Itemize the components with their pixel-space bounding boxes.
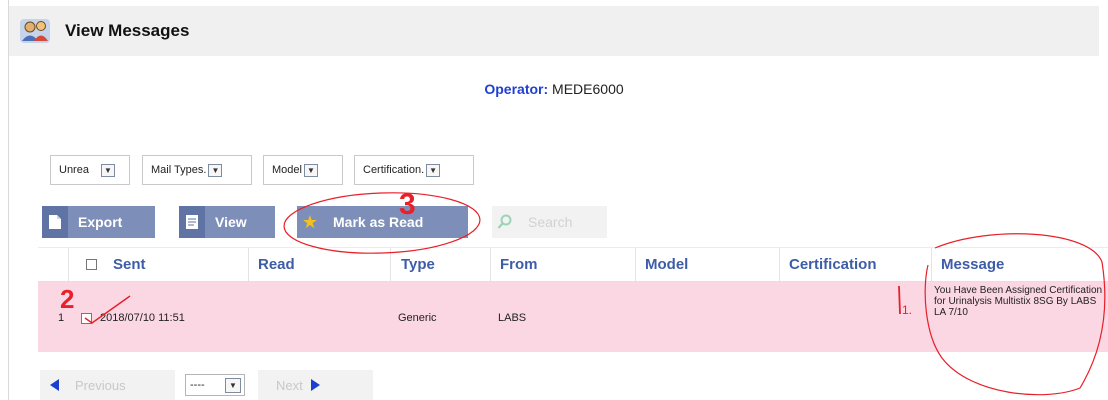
message-cell: You Have Been Assigned Certification for… [934,285,1103,318]
mail-type-filter[interactable]: Mail Types. ▼ [142,155,252,185]
column-header-sent[interactable]: Sent [113,256,146,273]
view-button[interactable]: View [179,206,275,238]
previous-label: Previous [75,377,126,393]
column-divider [248,248,249,281]
search-button[interactable]: Search [492,206,607,238]
page-title: View Messages [65,21,190,40]
type-cell: Generic [398,312,437,324]
chevron-down-icon[interactable]: ▼ [426,163,441,177]
arrow-left-icon [50,379,59,391]
export-button[interactable]: Export [42,206,155,238]
table-row[interactable]: 1 2018/07/10 11:51 Generic LABS You Have… [38,282,1108,352]
next-label: Next [276,377,303,393]
star-icon: ★ [301,211,319,232]
export-label: Export [78,214,123,230]
people-icon [20,19,50,43]
mark-as-read-button[interactable]: ★ Mark as Read [297,206,468,238]
chevron-down-icon[interactable]: ▼ [101,163,115,177]
column-header-from[interactable]: From [500,256,538,273]
filter-label: Certification. [363,164,425,176]
certification-filter[interactable]: Certification. ▼ [354,155,474,185]
filter-label: Model [272,164,302,176]
view-label: View [215,214,247,230]
search-label: Search [528,214,573,230]
column-divider [68,248,69,281]
page-select[interactable]: ---- ▼ [185,374,245,396]
operator-line: Operator: MEDE6000 [0,81,1108,97]
column-header-message[interactable]: Message [941,256,1004,273]
from-cell: LABS [498,312,527,324]
left-border [8,0,9,400]
messages-table: Sent Read Type From Model Certification … [38,247,1108,352]
chevron-down-icon[interactable]: ▼ [208,163,223,177]
column-header-type[interactable]: Type [401,256,435,273]
filter-label: Unrea [59,164,89,176]
row-index: 1 [58,312,65,324]
model-filter[interactable]: Model ▼ [263,155,343,185]
export-icon [42,206,68,238]
chevron-down-icon[interactable]: ▼ [303,163,318,177]
mark-as-read-label: Mark as Read [333,214,424,230]
column-divider [779,248,780,281]
operator-label: Operator: [484,81,549,97]
sent-cell: 2018/07/10 11:51 [100,312,185,324]
select-all-checkbox[interactable] [86,259,97,270]
read-status-filter[interactable]: Unrea ▼ [50,155,130,185]
next-button[interactable]: Next [258,370,373,400]
table-header: Sent Read Type From Model Certification … [38,247,1108,282]
view-messages-window: View Messages Operator: MEDE6000 Unrea ▼… [0,0,1108,400]
search-icon [492,206,518,238]
chevron-down-icon[interactable]: ▼ [225,377,241,393]
column-header-read[interactable]: Read [258,256,295,273]
operator-value: MEDE6000 [552,81,624,97]
column-header-certification[interactable]: Certification [789,256,877,273]
column-divider [390,248,391,281]
filter-label: Mail Types. [151,164,207,176]
document-icon [179,206,205,238]
column-header-model[interactable]: Model [645,256,688,273]
arrow-right-icon [310,379,320,391]
column-divider [931,248,932,281]
page-select-value: ---- [190,379,205,391]
previous-button[interactable]: Previous [40,370,175,400]
title-bar: View Messages [9,6,1099,56]
column-divider [490,248,491,281]
row-checkbox[interactable] [81,313,92,324]
column-divider [635,248,636,281]
